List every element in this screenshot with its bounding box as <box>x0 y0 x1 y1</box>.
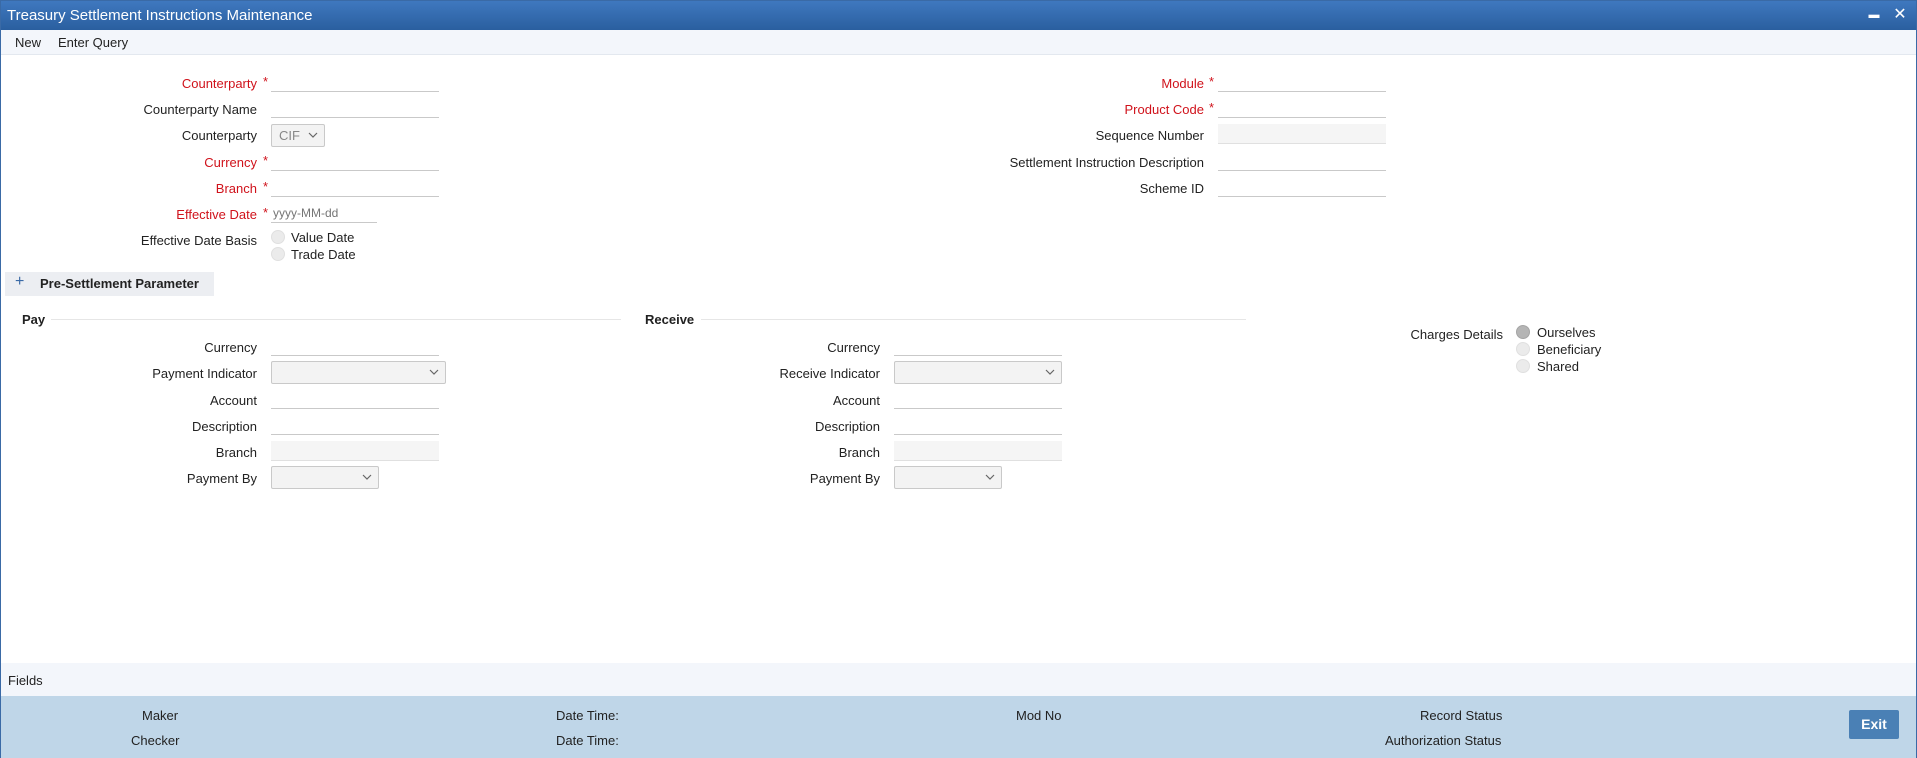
effective-date-input[interactable] <box>271 203 377 223</box>
pay-currency-label: Currency <box>204 340 257 355</box>
shared-label: Shared <box>1537 359 1579 374</box>
receive-description-input[interactable] <box>894 415 1062 435</box>
trade-date-radio[interactable] <box>271 247 285 261</box>
pay-description-input[interactable] <box>271 415 439 435</box>
maker-label: Maker <box>142 708 179 723</box>
sequence-number-input <box>1218 124 1386 144</box>
receive-group-title: Receive <box>645 312 695 327</box>
pay-account-label: Account <box>210 393 257 408</box>
trade-date-label: Trade Date <box>291 247 356 262</box>
receive-payment-by-select[interactable] <box>894 466 1002 489</box>
receive-group-divider <box>701 319 1246 320</box>
required-star: * <box>263 153 269 168</box>
pay-description-label: Description <box>191 419 257 434</box>
pay-branch-input <box>271 441 439 461</box>
counterparty-name-label: Counterparty Name <box>143 102 257 117</box>
effective-date-label: Effective Date <box>176 207 257 222</box>
counterparty-type-select[interactable]: CIF <box>271 124 325 147</box>
minimize-icon[interactable]: ▬ <box>1864 4 1884 26</box>
chevron-down-icon <box>362 474 372 480</box>
chevron-down-icon <box>1045 369 1055 375</box>
module-input[interactable] <box>1218 72 1386 92</box>
required-star: * <box>1209 74 1215 89</box>
pay-payment-by-label: Payment By <box>186 471 257 486</box>
authorization-status-label: Authorization Status <box>1385 733 1502 748</box>
receive-indicator-select[interactable] <box>894 361 1062 384</box>
branch-input[interactable] <box>271 177 439 197</box>
ourselves-label: Ourselves <box>1537 325 1596 340</box>
close-icon[interactable]: ✕ <box>1890 4 1910 26</box>
receive-account-label: Account <box>833 393 880 408</box>
required-star: * <box>263 179 269 194</box>
shared-radio[interactable] <box>1516 359 1530 373</box>
receive-account-input[interactable] <box>894 389 1062 409</box>
counterparty-type-value: CIF <box>279 128 300 143</box>
pre-settlement-parameter-title: Pre-Settlement Parameter <box>40 276 199 291</box>
checker-label: Checker <box>131 733 180 748</box>
chevron-down-icon <box>985 474 995 480</box>
new-menu-item[interactable]: New <box>15 35 41 50</box>
counterparty-type-label: Counterparty <box>181 128 257 143</box>
chevron-down-icon <box>308 132 318 138</box>
receive-branch-input <box>894 441 1062 461</box>
ourselves-radio[interactable] <box>1516 325 1530 339</box>
receive-currency-input[interactable] <box>894 336 1062 356</box>
menu-bar: New Enter Query <box>1 30 1916 55</box>
product-code-label: Product Code <box>1124 102 1205 117</box>
value-date-radio[interactable] <box>271 230 285 244</box>
required-star: * <box>263 74 269 89</box>
receive-branch-label: Branch <box>838 445 880 460</box>
title-bar: Treasury Settlement Instructions Mainten… <box>1 1 1916 30</box>
receive-description-label: Description <box>814 419 880 434</box>
currency-input[interactable] <box>271 151 439 171</box>
enter-query-menu-item[interactable]: Enter Query <box>58 35 128 50</box>
product-code-input[interactable] <box>1218 98 1386 118</box>
maker-date-time-label: Date Time: <box>556 708 619 723</box>
receive-indicator-label: Receive Indicator <box>779 366 880 381</box>
required-star: * <box>1209 100 1215 115</box>
checker-date-time-label: Date Time: <box>556 733 619 748</box>
counterparty-name-input[interactable] <box>271 98 439 118</box>
payment-indicator-select[interactable] <box>271 361 446 384</box>
audit-footer: Maker Checker Date Time: Date Time: Mod … <box>1 696 1916 758</box>
charges-details-label: Charges Details <box>1410 327 1504 342</box>
pay-branch-label: Branch <box>215 445 257 460</box>
currency-label: Currency <box>204 155 257 170</box>
value-date-label: Value Date <box>291 230 355 245</box>
counterparty-input[interactable] <box>271 72 439 92</box>
fields-bar: Fields <box>1 663 1916 696</box>
window: Treasury Settlement Instructions Mainten… <box>0 0 1917 758</box>
pay-group-title: Pay <box>22 312 46 327</box>
pre-settlement-parameter-tab[interactable]: + Pre-Settlement Parameter <box>5 272 214 296</box>
effective-date-basis-label: Effective Date Basis <box>140 233 257 248</box>
pay-group-divider <box>51 319 621 320</box>
scheme-id-label: Scheme ID <box>1139 181 1204 196</box>
window-title: Treasury Settlement Instructions Mainten… <box>7 7 313 24</box>
plus-icon: + <box>15 273 25 290</box>
record-status-label: Record Status <box>1420 708 1503 723</box>
payment-indicator-label: Payment Indicator <box>152 366 257 381</box>
pay-account-input[interactable] <box>271 389 439 409</box>
fields-link[interactable]: Fields <box>8 673 43 688</box>
scheme-id-input[interactable] <box>1218 177 1386 197</box>
exit-button[interactable]: Exit <box>1849 710 1899 739</box>
pay-payment-by-select[interactable] <box>271 466 379 489</box>
module-label: Module <box>1161 76 1204 91</box>
settlement-instruction-description-label: Settlement Instruction Description <box>1009 155 1204 170</box>
sequence-number-label: Sequence Number <box>1095 128 1204 143</box>
mod-no-label: Mod No <box>1016 708 1062 723</box>
receive-payment-by-label: Payment By <box>809 471 880 486</box>
counterparty-label: Counterparty <box>181 76 257 91</box>
pay-currency-input[interactable] <box>271 336 439 356</box>
beneficiary-label: Beneficiary <box>1537 342 1602 357</box>
required-star: * <box>263 205 269 220</box>
receive-currency-label: Currency <box>827 340 880 355</box>
branch-label: Branch <box>215 181 257 196</box>
chevron-down-icon <box>429 369 439 375</box>
beneficiary-radio[interactable] <box>1516 342 1530 356</box>
settlement-instruction-description-input[interactable] <box>1218 151 1386 171</box>
